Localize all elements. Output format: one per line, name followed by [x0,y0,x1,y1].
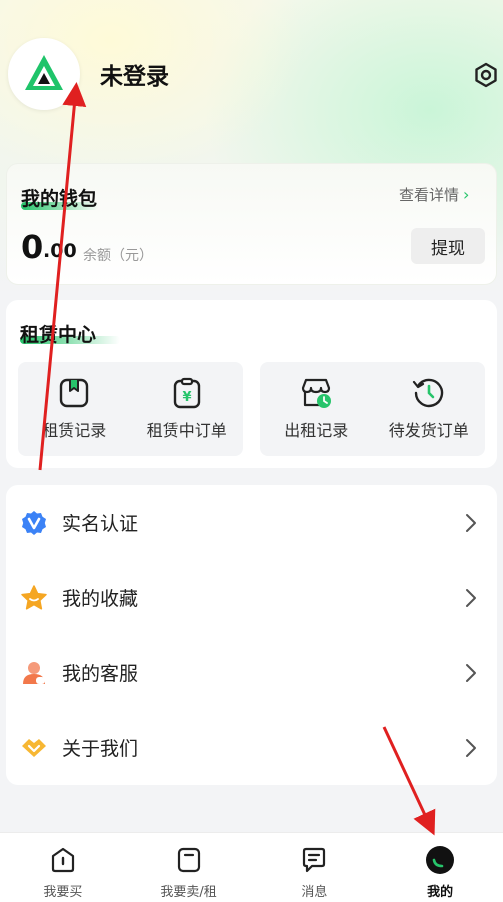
rental-group-renting: 租赁记录 ¥ 租赁中订单 [18,362,243,456]
star-icon [21,584,47,610]
tab-buy[interactable]: 我要买 [0,833,126,902]
store-clock-icon [302,378,332,408]
menu-item-about-us[interactable]: 关于我们 [6,710,497,785]
menu-item-real-name[interactable]: 实名认证 [6,485,497,560]
rental-item-label: 租赁记录 [42,421,107,440]
tab-messages[interactable]: 消息 [252,833,378,902]
rental-item-label: 待发货订单 [388,421,469,440]
rental-group-lending: 出租记录 待发货订单 [260,362,485,456]
menu-item-favorites[interactable]: 我的收藏 [6,560,497,635]
tab-label: 消息 [301,885,328,900]
rental-item-label: 出租记录 [284,421,349,440]
avatar[interactable] [8,38,80,110]
menu-card: 实名认证 我的收藏 我的客服 关于我们 [6,485,497,785]
rental-item-label: 租赁中订单 [146,421,227,440]
history-clock-icon [412,378,443,408]
tab-label: 我的 [427,885,454,900]
sell-rent-icon [177,847,200,873]
tab-label: 我要买 [43,885,83,900]
bottom-tab-bar: 我要买 我要卖/租 消息 我的 [0,832,503,902]
wallet-detail-label: 查看详情 [399,186,460,204]
menu-item-label: 关于我们 [62,738,139,760]
menu-item-label: 我的收藏 [62,588,139,610]
settings-button[interactable] [472,61,500,89]
chevron-right-icon [466,588,476,607]
chevron-right-icon [466,663,476,682]
withdraw-button[interactable]: 提现 [411,228,485,264]
yen-clipboard-icon: ¥ [173,377,200,409]
tab-profile[interactable]: 我的 [377,833,503,902]
rental-item-active-orders[interactable]: ¥ 租赁中订单 [131,362,244,456]
balance-integer: 0 [21,228,44,266]
rental-item-pending-shipment[interactable]: 待发货订单 [373,362,486,456]
balance-decimal: .00 [43,240,77,262]
settings-icon [475,62,497,88]
profile-icon [426,846,455,874]
tab-label: 我要卖/租 [160,885,217,900]
rental-item-lend-records[interactable]: 出租记录 [260,362,373,456]
wallet-card: 我的钱包 查看详情 › 0 .00 余额（元） 提现 [6,163,497,285]
balance-label: 余额（元） [83,248,153,264]
menu-item-customer-service[interactable]: 我的客服 [6,635,497,710]
username[interactable]: 未登录 [100,57,169,91]
verified-badge-icon [22,510,46,535]
message-icon [303,847,326,873]
menu-item-label: 我的客服 [62,663,139,685]
bookmark-box-icon [60,378,89,408]
chevron-right-icon: › [463,185,470,204]
rental-center-card: 租赁中心 租赁记录 ¥ 租赁中订单 出租记录 待发货订单 [6,300,497,468]
rental-item-rent-records[interactable]: 租赁记录 [18,362,131,456]
rental-center-title: 租赁中心 [20,324,97,346]
chevron-right-icon [466,513,476,532]
chevron-right-icon [466,738,476,757]
wallet-detail-link[interactable]: 查看详情 › [399,184,469,205]
tab-sell-rent[interactable]: 我要卖/租 [126,833,252,902]
handshake-icon [22,738,46,757]
customer-service-icon [23,661,45,684]
buy-icon [51,847,74,873]
svg-text:¥: ¥ [182,390,191,405]
brand-logo-icon [25,55,63,90]
wallet-title: 我的钱包 [21,188,98,210]
menu-item-label: 实名认证 [62,513,139,535]
